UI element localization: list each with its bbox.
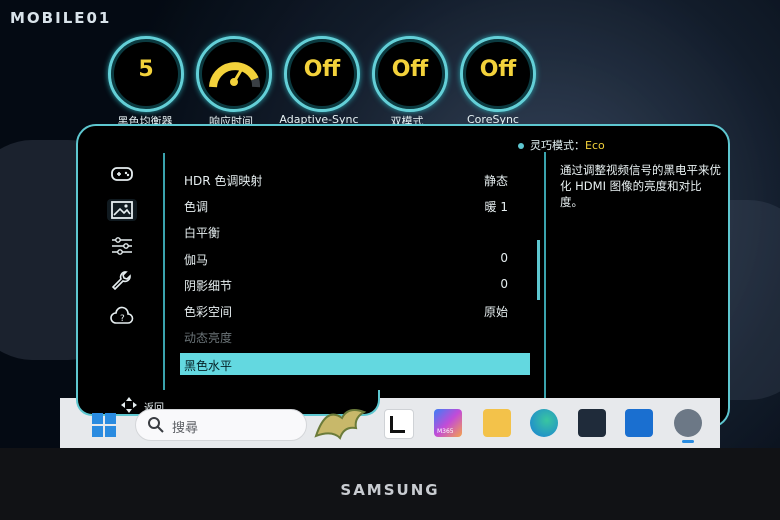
search-highlight-icon[interactable] — [312, 406, 368, 444]
copilot-m365-icon[interactable]: M365 — [434, 409, 462, 437]
gauge-value: Off — [391, 57, 429, 82]
svg-text:?: ? — [120, 314, 125, 324]
menu-row-shadow-detail[interactable]: 阴影细节 0 — [180, 273, 530, 295]
menu-row-dynamic-brightness: 动态亮度 — [184, 331, 233, 345]
sliders-icon[interactable] — [110, 236, 134, 256]
edge-browser-icon[interactable] — [530, 409, 558, 437]
wrench-icon[interactable] — [110, 270, 134, 290]
microsoft-store-icon[interactable] — [578, 409, 606, 437]
dual-mode-gauge[interactable]: Off — [372, 36, 448, 112]
watermark-logo: MOBILE01 — [10, 9, 112, 27]
gauge-value: Off — [303, 57, 341, 82]
menu-row-black-level[interactable]: 黑色水平 — [180, 353, 530, 375]
outlook-icon[interactable] — [625, 409, 653, 437]
gauge-value: 5 — [138, 57, 154, 82]
search-box[interactable]: 搜尋 — [135, 409, 307, 441]
coresync-gauge[interactable]: Off — [460, 36, 536, 112]
menu-row-color-tone[interactable]: 色调暖 1 — [180, 194, 530, 216]
description-pane: 通过调整视频信号的黑电平来优化 HDMI 图像的亮度和对比度。 — [544, 152, 722, 402]
menu-row-color-space[interactable]: 色彩空间 原始 — [180, 299, 530, 321]
task-view-icon[interactable] — [384, 409, 414, 439]
gauge-value: Off — [479, 57, 517, 82]
settings-icon[interactable] — [674, 409, 702, 437]
black-equalizer-gauge[interactable]: 5 — [108, 36, 184, 112]
response-time-gauge[interactable] — [196, 36, 272, 112]
description-text: 通过调整视频信号的黑电平来优化 HDMI 图像的亮度和对比度。 — [560, 163, 721, 209]
dpad-icon — [121, 397, 137, 413]
task-view-glyph — [390, 416, 405, 433]
m365-label: M365 — [437, 428, 454, 435]
gamepad-icon[interactable] — [110, 164, 134, 184]
cloud-help-icon[interactable]: ? — [110, 306, 134, 326]
file-explorer-icon[interactable] — [483, 409, 511, 437]
smart-mode-indicator: 灵巧模式：Eco — [518, 137, 605, 153]
speedometer-icon — [209, 62, 261, 88]
picture-icon[interactable] — [110, 200, 134, 220]
menu-row-hdr-tone-mapping[interactable]: HDR 色调映射 静态 — [180, 168, 530, 190]
mode-value: Eco — [585, 139, 605, 152]
active-app-indicator — [682, 440, 694, 443]
search-placeholder: 搜尋 — [172, 421, 199, 436]
menu-row-white-balance[interactable]: 白平衡 — [180, 220, 530, 242]
menu-row-gamma[interactable]: 伽马 0 — [180, 247, 530, 269]
menu-scrollbar[interactable] — [537, 240, 540, 300]
search-icon — [148, 417, 164, 433]
windows-start-icon[interactable] — [91, 412, 117, 438]
brand-logo: SAMSUNG — [340, 481, 440, 499]
adaptive-sync-gauge[interactable]: Off — [284, 36, 360, 112]
status-dot-icon — [518, 143, 524, 149]
